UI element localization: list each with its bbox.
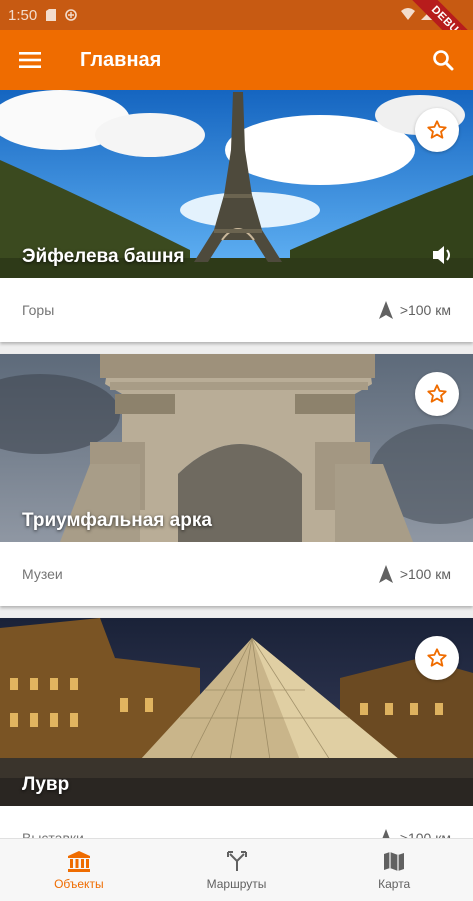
status-bar: 1:50 DEBUG — [0, 0, 473, 63]
place-title: Лувр — [22, 774, 70, 795]
place-distance: >100 км — [399, 566, 451, 582]
place-distance: >100 км — [399, 302, 451, 318]
menu-button[interactable] — [2, 30, 58, 90]
place-card[interactable]: Триумфальная арка Музеи >100 км — [0, 354, 473, 606]
routes-icon — [226, 850, 247, 871]
place-card[interactable]: Эйфелева башня Горы >100 км — [0, 90, 473, 342]
place-image: Триумфальная арка — [0, 354, 473, 542]
bottom-navigation: Объекты Маршруты Карта — [0, 838, 473, 901]
star-outline-icon — [427, 384, 447, 403]
favorite-button[interactable] — [415, 372, 459, 416]
nav-label: Карта — [378, 876, 411, 891]
place-title: Эйфелева башня — [22, 246, 185, 267]
place-info: Горы >100 км — [0, 278, 473, 342]
menu-icon — [19, 52, 41, 68]
wifi-icon — [401, 7, 415, 25]
place-distance: >100 км — [399, 830, 451, 838]
page-title: Главная — [80, 48, 162, 71]
nav-item-map[interactable]: Карта — [315, 839, 473, 901]
favorite-button[interactable] — [415, 108, 459, 152]
place-category: Выставки — [22, 830, 84, 838]
map-icon — [384, 851, 405, 871]
speaker-icon — [433, 246, 450, 264]
sim-icon — [45, 9, 57, 21]
place-category: Музеи — [22, 566, 63, 582]
navigation-arrow-icon — [378, 565, 393, 583]
distance-info: >100 км — [378, 564, 451, 584]
distance-info: >100 км — [378, 300, 451, 320]
place-card[interactable]: Лувр Выставки >100 км — [0, 618, 473, 838]
place-image: Эйфелева башня — [0, 90, 473, 278]
status-time: 1:50 — [8, 6, 38, 24]
star-outline-icon — [427, 120, 447, 139]
search-button[interactable] — [425, 42, 461, 78]
data-saver-icon — [65, 9, 78, 21]
place-title: Триумфальная арка — [22, 510, 212, 531]
nav-item-objects[interactable]: Объекты — [0, 839, 158, 901]
nav-label: Объекты — [54, 876, 104, 891]
star-outline-icon — [427, 648, 447, 667]
place-image: Лувр — [0, 618, 473, 806]
museum-icon — [67, 850, 90, 872]
place-info: Выставки >100 км — [0, 806, 473, 838]
places-list[interactable]: Эйфелева башня Горы >100 км Триумфальная… — [0, 90, 473, 838]
place-category: Горы — [22, 302, 55, 318]
place-info: Музеи >100 км — [0, 542, 473, 606]
favorite-button[interactable] — [415, 636, 459, 680]
navigation-arrow-icon — [382, 829, 390, 838]
distance-info: >100 км — [378, 828, 451, 838]
audio-button[interactable] — [431, 244, 455, 266]
app-bar: Главная — [0, 30, 473, 90]
nav-item-routes[interactable]: Маршруты — [158, 839, 316, 901]
nav-label: Маршруты — [206, 876, 267, 891]
search-icon — [433, 50, 454, 71]
navigation-arrow-icon — [378, 301, 393, 319]
